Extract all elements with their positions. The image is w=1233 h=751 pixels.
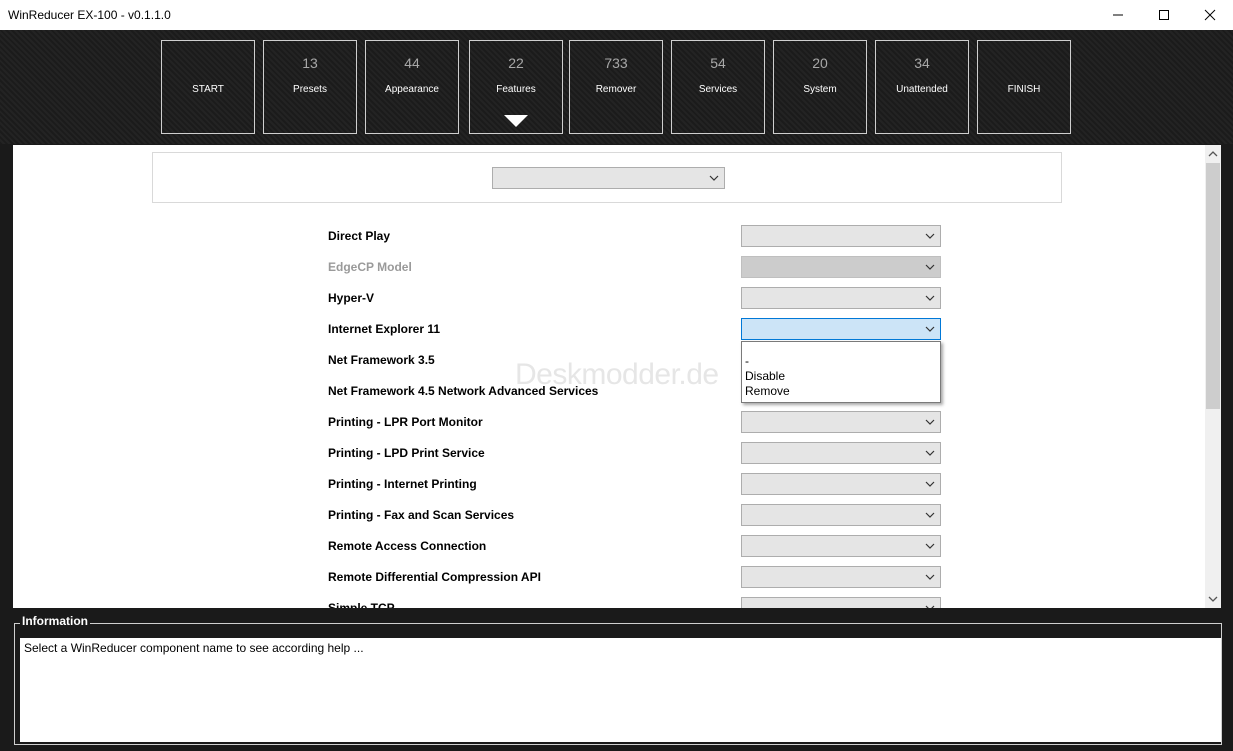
nav-tab-unattended[interactable]: 34 Unattended — [875, 40, 969, 134]
feature-label[interactable]: Printing - LPR Port Monitor — [328, 415, 483, 429]
feature-select[interactable] — [741, 442, 941, 464]
nav-tab-system[interactable]: 20 System — [773, 40, 867, 134]
chevron-down-icon — [925, 295, 935, 301]
nav-tab-count: 733 — [604, 55, 628, 71]
feature-select[interactable] — [741, 411, 941, 433]
feature-label[interactable]: Net Framework 4.5 Network Advanced Servi… — [328, 384, 598, 398]
feature-label[interactable]: Remote Access Connection — [328, 539, 486, 553]
nav-tab-label: START — [192, 84, 224, 95]
chevron-down-icon — [925, 605, 935, 608]
feature-label[interactable]: Printing - LPD Print Service — [328, 446, 485, 460]
feature-select[interactable] — [741, 535, 941, 557]
nav-tab-appearance[interactable]: 44 Appearance — [365, 40, 459, 134]
chevron-down-icon — [925, 574, 935, 580]
feature-label[interactable]: Internet Explorer 11 — [328, 322, 440, 336]
feature-select[interactable] — [741, 597, 941, 608]
chevron-down-icon — [925, 512, 935, 518]
nav-tab-label: Remover — [595, 84, 637, 95]
dropdown-option[interactable]: Remove — [745, 384, 790, 398]
feature-label[interactable]: Direct Play — [328, 229, 390, 243]
feature-select[interactable] — [741, 318, 941, 340]
nav-tab-presets[interactable]: 13 Presets — [263, 40, 357, 134]
chevron-down-icon — [925, 481, 935, 487]
feature-label[interactable]: Printing - Fax and Scan Services — [328, 508, 514, 522]
feature-label[interactable]: Net Framework 3.5 — [328, 353, 435, 367]
feature-select[interactable] — [741, 287, 941, 309]
nav-tab-count: 44 — [404, 55, 420, 71]
chevron-down-icon — [925, 233, 935, 239]
maximize-icon — [1159, 10, 1169, 20]
minimize-icon — [1113, 14, 1123, 16]
dropdown-list: - Disable Remove — [741, 341, 941, 403]
preset-box — [152, 152, 1062, 203]
nav-tab-label: Features — [496, 84, 536, 95]
nav-tab-label: Presets — [293, 84, 327, 95]
active-tab-arrow-icon — [504, 115, 528, 127]
feature-label[interactable]: EdgeCP Model — [328, 260, 412, 274]
dropdown-option[interactable]: Disable — [745, 369, 785, 383]
nav-tab-start[interactable]: START — [161, 40, 255, 134]
feature-select[interactable] — [741, 473, 941, 495]
vertical-scrollbar[interactable] — [1205, 145, 1221, 608]
feature-label[interactable]: Printing - Internet Printing — [328, 477, 477, 491]
nav-tab-count: 22 — [508, 55, 524, 71]
close-button[interactable] — [1187, 0, 1233, 30]
info-text: Select a WinReducer component name to se… — [20, 638, 1221, 742]
scroll-down-icon — [1208, 596, 1218, 602]
feature-select[interactable] — [741, 225, 941, 247]
feature-select[interactable] — [741, 504, 941, 526]
nav-tab-label: FINISH — [1007, 84, 1041, 95]
info-title: Information — [20, 614, 90, 628]
feature-label[interactable]: Remote Differential Compression API — [328, 570, 541, 584]
nav-tab-label: Services — [698, 84, 738, 95]
chevron-down-icon — [925, 326, 935, 332]
nav-tab-label: Unattended — [896, 84, 948, 95]
nav-tab-services[interactable]: 54 Services — [671, 40, 765, 134]
window-title: WinReducer EX-100 - v0.1.1.0 — [8, 8, 171, 22]
feature-select[interactable] — [741, 566, 941, 588]
chevron-down-icon — [925, 450, 935, 456]
minimize-button[interactable] — [1095, 0, 1141, 30]
chevron-down-icon — [925, 264, 935, 270]
nav-tab-count: 54 — [710, 55, 726, 71]
maximize-button[interactable] — [1141, 0, 1187, 30]
nav-tab-features[interactable]: 22 Features — [469, 40, 563, 134]
dropdown-option[interactable]: - — [745, 354, 749, 368]
scroll-up-icon — [1208, 151, 1218, 157]
feature-label[interactable]: Hyper-V — [328, 291, 374, 305]
nav-tab-remover[interactable]: 733 Remover — [569, 40, 663, 134]
chevron-down-icon — [709, 175, 719, 181]
scroll-thumb[interactable] — [1206, 163, 1220, 409]
feature-select — [741, 256, 941, 278]
nav-tab-count: 13 — [302, 55, 318, 71]
close-icon — [1204, 9, 1216, 21]
main-panel: Deskmodder.de Direct Play EdgeCP Model Hyp… — [13, 145, 1205, 608]
nav-tab-label: Appearance — [385, 84, 439, 95]
feature-label[interactable]: Simple TCP — [328, 601, 395, 608]
nav-tab-label: System — [803, 84, 837, 95]
title-bar: WinReducer EX-100 - v0.1.1.0 — [0, 0, 1233, 30]
nav-tab-finish[interactable]: FINISH — [977, 40, 1071, 134]
chevron-down-icon — [925, 419, 935, 425]
chevron-down-icon — [925, 543, 935, 549]
nav-tab-count: 34 — [914, 55, 930, 71]
info-help-text: Select a WinReducer component name to se… — [24, 641, 364, 655]
nav-tab-count: 20 — [812, 55, 828, 71]
preset-select[interactable] — [492, 167, 725, 189]
